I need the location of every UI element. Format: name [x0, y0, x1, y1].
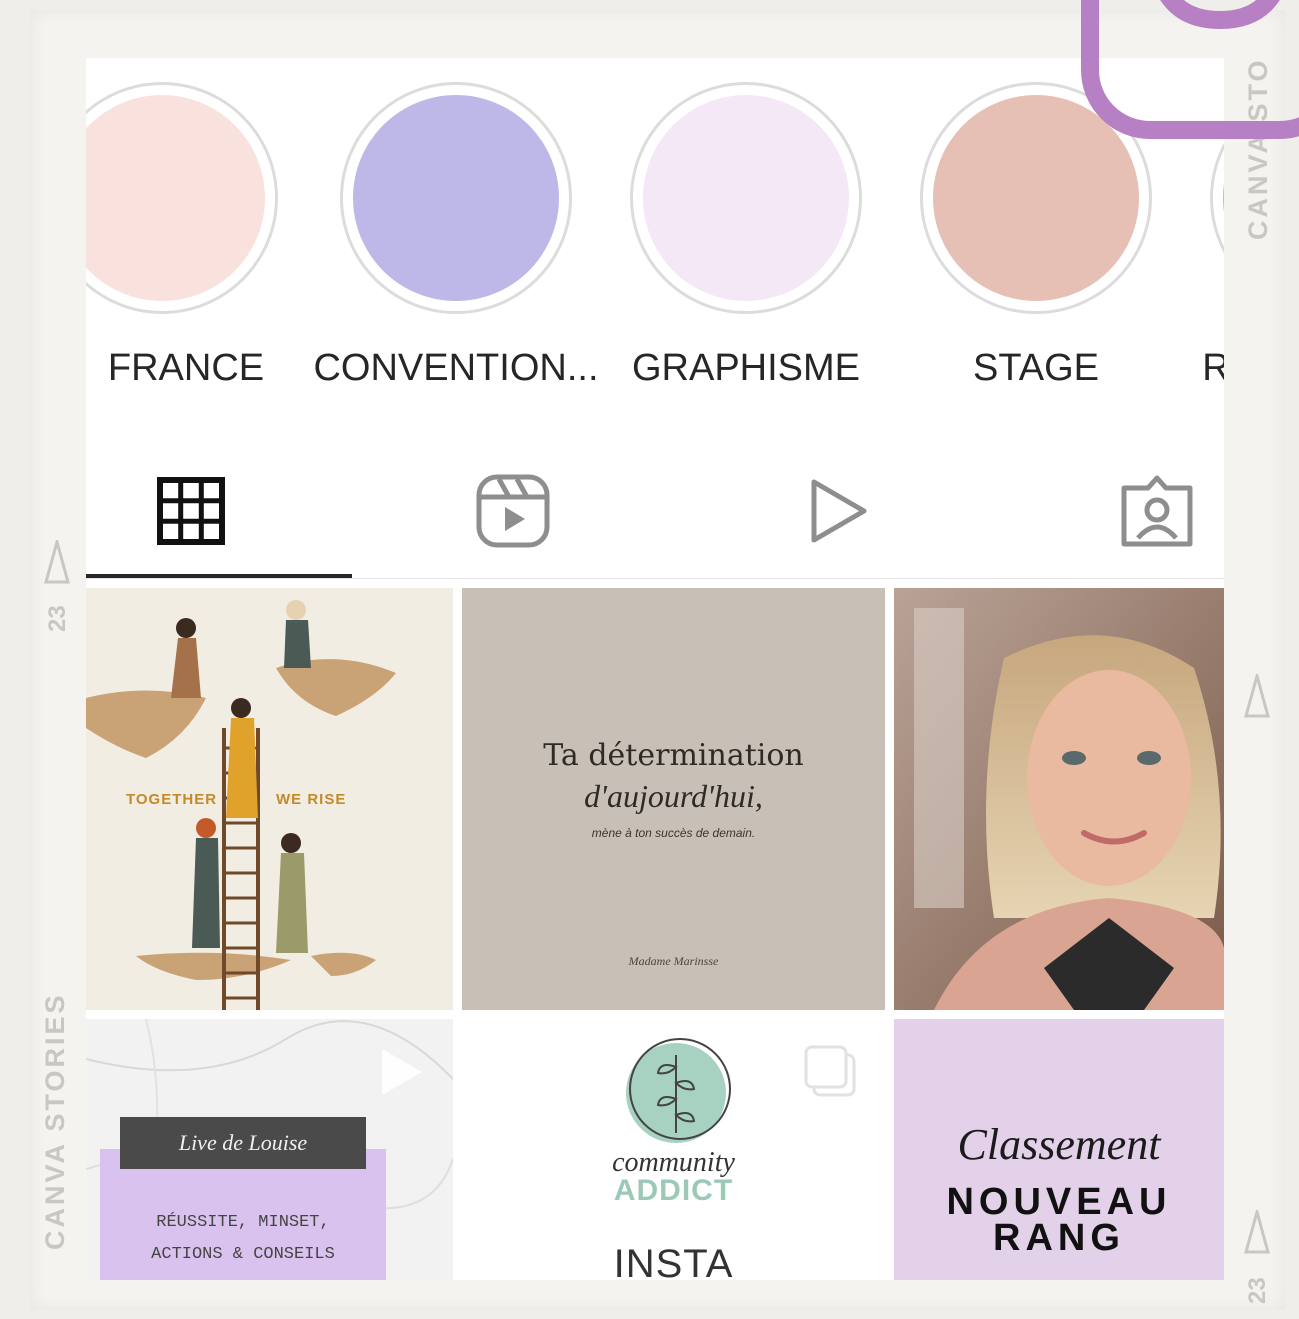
tab-posts-grid[interactable] — [146, 466, 236, 556]
tagged-person-icon — [1121, 475, 1193, 547]
highlight-ring — [340, 82, 572, 314]
post-quote[interactable]: Ta détermination d'aujourd'hui, mène à t… — [462, 588, 885, 1010]
live-banner: Live de Louise — [120, 1117, 366, 1169]
highlight-label: GRAPHISME — [631, 347, 861, 389]
reels-icon — [476, 474, 550, 548]
post-classement[interactable]: Classement NOUVEAU RANG — [894, 1019, 1224, 1280]
tab-divider — [86, 578, 1224, 579]
highlight-cover — [643, 95, 849, 301]
highlight-cover — [86, 95, 265, 301]
classement-title: Classement — [957, 1120, 1161, 1169]
post-community-addict[interactable]: community ADDICT INSTA — [462, 1019, 885, 1280]
leaf-logo — [626, 1038, 731, 1143]
quote-line-3: mène à ton succès de demain. — [591, 826, 756, 840]
quote-signature: Madame Marinsse — [628, 954, 719, 968]
post-together-we-rise[interactable]: TOGETHER WE RISE — [86, 588, 453, 1010]
page-number-right: 23 — [1244, 1277, 1271, 1304]
tab-videos[interactable] — [792, 466, 882, 556]
tab-tagged[interactable] — [1112, 466, 1202, 556]
play-icon — [811, 479, 867, 543]
instagram-profile-screen: FRANCE CONVENTION... GRAPHISME STAGE R T… — [86, 58, 1224, 1280]
page-number-left: 23 — [44, 605, 71, 632]
we-rise-word: WE RISE — [276, 791, 347, 808]
triangle-icon — [1244, 1210, 1270, 1254]
quote-line-1: Ta détermination — [543, 738, 804, 773]
addict-word: ADDICT — [613, 1174, 734, 1207]
play-icon — [382, 1049, 422, 1095]
carousel-icon — [804, 1045, 856, 1097]
highlight-label: CONVENTION... — [313, 347, 599, 389]
highlight-cover — [353, 95, 559, 301]
highlight-france[interactable]: FRANCE — [86, 82, 278, 389]
insta-word: INSTA — [613, 1242, 734, 1280]
triangle-icon — [44, 540, 70, 584]
profile-tabs — [86, 448, 1224, 580]
highlight-ring — [630, 82, 862, 314]
photo-portrait — [894, 588, 1224, 1010]
triangle-icon — [1244, 674, 1270, 718]
nouveau-rang-text: NOUVEAU RANG — [894, 1181, 1224, 1259]
highlight-ring — [86, 82, 278, 314]
watermark-left: CANVA STORIES — [40, 992, 70, 1250]
grid-icon — [157, 477, 225, 545]
tab-reels[interactable] — [468, 466, 558, 556]
story-highlights[interactable]: FRANCE CONVENTION... GRAPHISME STAGE R — [86, 58, 1224, 389]
live-topics-line-2: ACTIONS & CONSEILS — [151, 1245, 335, 1264]
post-live-de-louise[interactable]: Live de Louise RÉUSSITE, MINSET, ACTIONS… — [86, 1019, 453, 1280]
instagram-logo-icon — [1081, 0, 1299, 139]
rank-line-1: NOUVEAU — [946, 1181, 1172, 1223]
live-topics: RÉUSSITE, MINSET, ACTIONS & CONSEILS — [100, 1207, 386, 1271]
highlight-graphisme[interactable]: GRAPHISME — [630, 82, 862, 389]
rank-line-2: RANG — [993, 1217, 1125, 1259]
live-topics-line-1: RÉUSSITE, MINSET, — [156, 1213, 330, 1232]
quote-line-2: d'aujourd'hui, — [584, 778, 763, 814]
post-selfie-photo[interactable] — [894, 588, 1224, 1010]
highlight-label: R — [1202, 347, 1224, 389]
highlight-convention[interactable]: CONVENTION... — [313, 82, 599, 389]
together-word: TOGETHER — [126, 791, 218, 808]
